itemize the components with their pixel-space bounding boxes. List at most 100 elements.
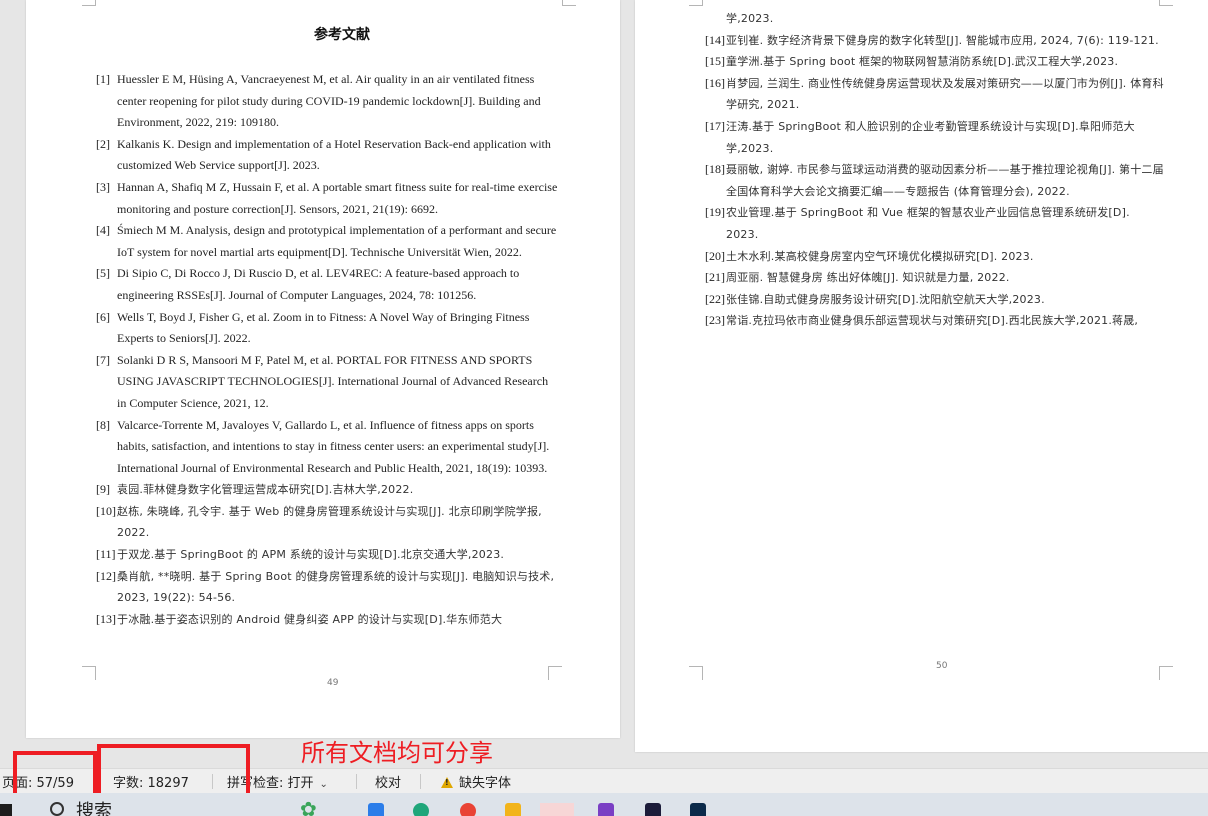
reference-text: Solanki D R S, Mansoori M F, Patel M, et… [117, 352, 549, 410]
reference-number: [23] [705, 313, 725, 328]
reference-number: [16] [705, 75, 725, 90]
reference-item: [2] Kalkanis K. Design and implementation… [96, 134, 558, 177]
share-annotation: 所有文档均可分享 [301, 739, 493, 767]
reference-item: [20] 土木水利.某高校健身房室内空气环境优化模拟研究[D]. 2023. [705, 246, 1165, 268]
page-corner-mark [82, 666, 96, 680]
reference-text: Valcarce-Torrente M, Javaloyes V, Gallar… [117, 417, 550, 475]
page-corner-mark [689, 0, 703, 6]
reference-number: [3] [96, 179, 110, 194]
reference-item: [3] Hannan A, Shafiq M Z, Hussain F, et a… [96, 177, 558, 220]
reference-item: [1] Huessler E M, Hüsing A, Vancraeyenest… [96, 69, 558, 134]
intellij-icon[interactable] [598, 803, 614, 816]
edge-browser-icon[interactable] [413, 803, 429, 816]
reference-number: [5] [96, 266, 110, 281]
reference-number: [18] [705, 162, 725, 177]
reference-text: 肖梦园, 兰润生. 商业性传统健身房运营现状及发展对策研究——以厦门市为例[J]… [726, 76, 1164, 112]
document-page-50[interactable]: 学,2023. [14] 亚钊崔. 数字经济背景下健身房的数字化转型[J]. 智能城… [635, 0, 1208, 752]
reference-text: Kalkanis K. Design and implementation of… [117, 136, 551, 173]
reference-text: Śmiech M M. Analysis, design and prototy… [117, 223, 557, 259]
reference-number: [4] [96, 223, 110, 238]
reference-item: [18] 聂丽敏, 谢婷. 市民参与篮球运动消费的驱动因素分析——基于推拉理论视角… [705, 159, 1165, 202]
reference-item: [7] Solanki D R S, Mansoori M F, Patel M,… [96, 350, 558, 415]
reference-item: [13] 于冰融.基于姿态识别的 Android 健身纠姿 APP 的设计与实现[… [96, 609, 558, 631]
reference-text: 赵栋, 朱晓峰, 孔令宇. 基于 Web 的健身房管理系统设计与实现[J]. 北… [117, 504, 542, 540]
page-corner-mark [562, 0, 576, 6]
reference-item: [19] 农业管理.基于 SpringBoot 和 Vue 框架的智慧农业产业园信… [705, 202, 1165, 245]
search-icon[interactable] [50, 802, 64, 816]
document-page-49[interactable]: 参考文献 [1] Huessler E M, Hüsing A, Vancraey… [26, 0, 620, 738]
reference-text: Wells T, Boyd J, Fisher G, et al. Zoom i… [117, 309, 530, 346]
reference-item: [12] 桑肖航, **晓明. 基于 Spring Boot 的健身房管理系统的设… [96, 566, 558, 609]
page-corner-mark [689, 666, 703, 680]
reference-text: Hannan A, Shafiq M Z, Hussain F, et al. … [117, 179, 558, 216]
reference-text: 于双龙.基于 SpringBoot 的 APM 系统的设计与实现[D].北京交通… [117, 548, 505, 562]
reference-number: [14] [705, 32, 725, 47]
reference-list-right: 学,2023. [14] 亚钊崔. 数字经济背景下健身房的数字化转型[J]. 智能城… [705, 8, 1165, 332]
taskbar: 搜索 ✿ [0, 793, 1208, 816]
reference-text: 聂丽敏, 谢婷. 市民参与篮球运动消费的驱动因素分析——基于推拉理论视角[J].… [726, 163, 1164, 198]
reference-text: 常诣.克拉玛依市商业健身俱乐部运营现状与对策研究[D].西北民族大学,2021.… [726, 314, 1139, 328]
reference-text: 桑肖航, **晓明. 基于 Spring Boot 的健身房管理系统的设计与实现… [117, 569, 555, 605]
reference-item: [4] Śmiech M M. Analysis, design and prot… [96, 220, 558, 263]
reference-item: [21] 周亚丽. 智慧健身房 练出好体魄[J]. 知识就是力量, 2022. [705, 267, 1165, 289]
chrome-browser-icon[interactable] [460, 803, 476, 816]
chevron-down-icon: ⌄ [319, 779, 328, 790]
reference-text: 周亚丽. 智慧健身房 练出好体魄[J]. 知识就是力量, 2022. [726, 271, 1010, 285]
missing-font-button[interactable]: 缺失字体 [441, 772, 511, 791]
reference-number: [9] [96, 482, 110, 497]
reference-number: [7] [96, 352, 110, 367]
reference-item: [11] 于双龙.基于 SpringBoot 的 APM 系统的设计与实现[D].… [96, 544, 558, 566]
page-number: 49 [327, 678, 339, 688]
page-corner-mark [1159, 666, 1173, 680]
references-heading: 参考文献 [314, 27, 370, 43]
missing-font-label: 缺失字体 [459, 776, 512, 791]
reference-item: [5] Di Sipio C, Di Rocco J, Di Ruscio D, … [96, 263, 558, 306]
reference-text: 袁园.菲林健身数字化管理运营成本研究[D].吉林大学,2022. [117, 483, 414, 497]
plant-widget-icon[interactable]: ✿ [300, 797, 317, 816]
windows-start-icon[interactable] [0, 804, 12, 816]
page-corner-mark [1159, 0, 1173, 6]
reference-list-left: [1] Huessler E M, Hüsing A, Vancraeyenest… [96, 69, 558, 630]
reference-item: [10] 赵栋, 朱晓峰, 孔令宇. 基于 Web 的健身房管理系统设计与实现[J… [96, 501, 558, 544]
document-workspace[interactable]: 参考文献 [1] Huessler E M, Hüsing A, Vancraey… [0, 0, 1208, 768]
reference-number: [8] [96, 417, 110, 432]
page-number: 50 [936, 661, 948, 671]
reference-number: [13] [96, 611, 116, 626]
photoshop-icon[interactable] [690, 803, 706, 816]
proofread-button[interactable]: 校对 [375, 772, 401, 791]
reference-text: Huessler E M, Hüsing A, Vancraeyenest M,… [117, 72, 541, 130]
reference-number [705, 8, 726, 30]
reference-item: [8] Valcarce-Torrente M, Javaloyes V, Gal… [96, 415, 558, 480]
reference-item: [16] 肖梦园, 兰润生. 商业性传统健身房运营现状及发展对策研究——以厦门市为… [705, 73, 1165, 116]
reference-text: Di Sipio C, Di Rocco J, Di Ruscio D, et … [117, 266, 520, 302]
reference-number: [19] [705, 205, 725, 220]
reference-number: [21] [705, 270, 725, 285]
reference-item: [17] 汪涛.基于 SpringBoot 和人脸识别的企业考勤管理系统设计与实现… [705, 116, 1165, 159]
warning-icon [441, 777, 453, 788]
status-separator [420, 774, 421, 789]
webstorm-icon[interactable] [645, 803, 661, 816]
reference-text: 汪涛.基于 SpringBoot 和人脸识别的企业考勤管理系统设计与实现[D].… [726, 119, 1135, 155]
reference-item: [23] 常诣.克拉玛依市商业健身俱乐部运营现状与对策研究[D].西北民族大学,2… [705, 310, 1165, 332]
reference-number: [20] [705, 248, 725, 263]
reference-text: 于冰融.基于姿态识别的 Android 健身纠姿 APP 的设计与实现[D].华… [117, 612, 503, 626]
wps-writer-icon[interactable] [540, 803, 574, 816]
reference-text: 张佳锦.自助式健身房服务设计研究[D].沈阳航空航天大学,2023. [726, 292, 1045, 306]
reference-number: [12] [96, 568, 116, 583]
reference-number: [15] [705, 54, 725, 69]
reference-text: 亚钊崔. 数字经济背景下健身房的数字化转型[J]. 智能城市应用, 2024, … [726, 33, 1159, 47]
reference-item: [14] 亚钊崔. 数字经济背景下健身房的数字化转型[J]. 智能城市应用, 20… [705, 30, 1165, 52]
reference-text: 学,2023. [726, 12, 774, 25]
reference-number: [22] [705, 291, 725, 306]
reference-number: [17] [705, 118, 725, 133]
status-separator [356, 774, 357, 789]
reference-item: [22] 张佳锦.自助式健身房服务设计研究[D].沈阳航空航天大学,2023. [705, 289, 1165, 311]
reference-item: 学,2023. [705, 8, 1165, 30]
file-explorer-icon[interactable] [505, 803, 521, 816]
reference-item: [15] 童学洲.基于 Spring boot 框架的物联网智慧消防系统[D].武… [705, 51, 1165, 73]
reference-number: [1] [96, 72, 110, 86]
reference-text: 童学洲.基于 Spring boot 框架的物联网智慧消防系统[D].武汉工程大… [726, 55, 1119, 69]
taskbar-search[interactable]: 搜索 [76, 797, 326, 816]
app-icon-blue[interactable] [368, 803, 384, 816]
page-corner-mark [82, 0, 96, 6]
